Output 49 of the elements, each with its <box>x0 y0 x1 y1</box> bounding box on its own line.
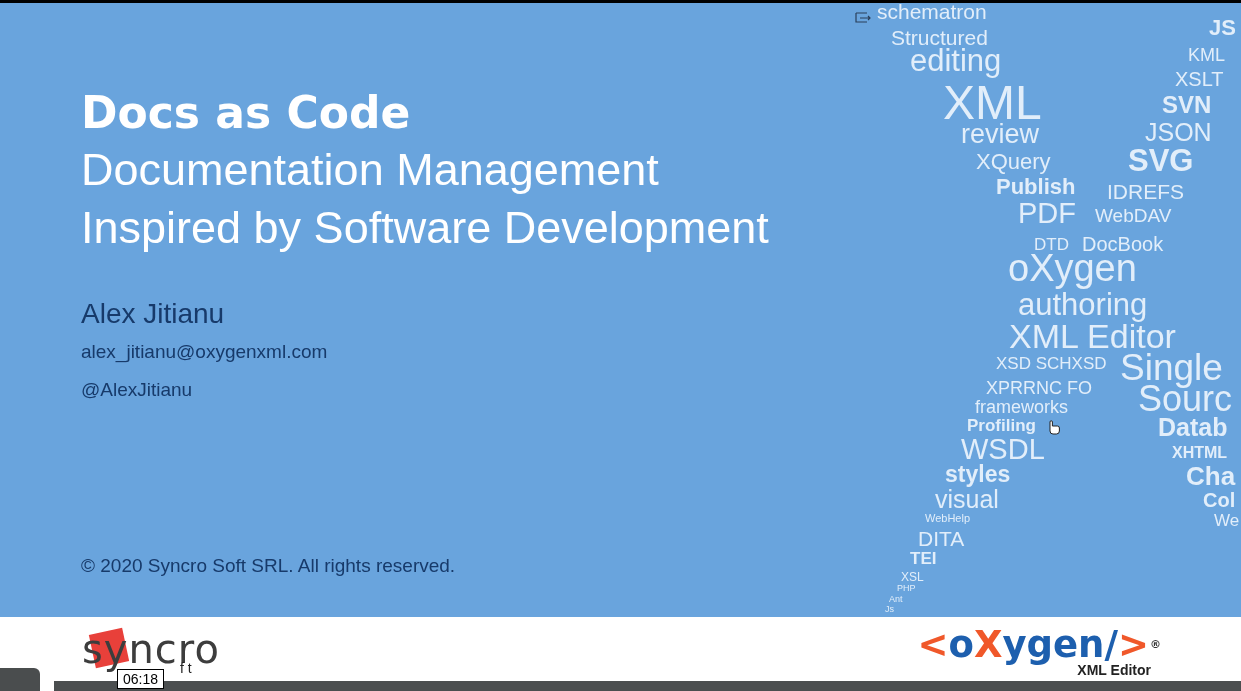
word-cloud-term: XSLT <box>1175 69 1224 89</box>
word-cloud-term: styles <box>945 463 1011 486</box>
word-cloud-term: editing <box>910 45 1002 76</box>
author-handle: @AlexJitianu <box>81 378 193 402</box>
word-cloud-term: SVG <box>1128 145 1194 176</box>
word-cloud-term: WSDL <box>961 435 1045 464</box>
word-cloud-term: Publish <box>996 176 1076 198</box>
word-cloud-term: JS <box>1209 17 1236 39</box>
word-cloud-term: KML <box>1188 46 1225 64</box>
word-cloud-term: Datab <box>1158 415 1228 440</box>
word-cloud-term: XHTML <box>1172 445 1228 461</box>
copyright-text: © 2020 Syncro Soft SRL. All rights reserved. <box>81 554 456 578</box>
word-cloud-term: WebDAV <box>1095 206 1172 225</box>
word-cloud-term: XPRRNC FO <box>986 379 1092 397</box>
word-cloud-term: authoring <box>1018 289 1148 320</box>
word-cloud-term: PDF <box>1018 199 1076 228</box>
word-cloud-term: schematron <box>877 3 987 22</box>
word-cloud-term: Structured <box>891 27 988 48</box>
time-tooltip: 06:18 <box>117 669 165 689</box>
word-cloud-term: XSD SCHXSD <box>996 355 1107 372</box>
word-cloud-term: We <box>1214 512 1240 529</box>
author-name: Alex Jitianu <box>81 297 225 331</box>
word-cloud-term: WebHelp <box>925 513 971 524</box>
word-cloud-term: DocBook <box>1082 234 1164 254</box>
word-cloud-term: SVN <box>1162 93 1212 117</box>
word-cloud-term: Cha <box>1186 463 1236 489</box>
window-icon <box>855 12 871 23</box>
word-cloud-term: Single <box>1120 349 1223 386</box>
word-cloud-term: JSON <box>1145 120 1212 145</box>
word-cloud-term: review <box>961 121 1040 148</box>
word-cloud-term: Ant <box>889 595 903 604</box>
hand-cursor-icon <box>1046 419 1062 435</box>
word-cloud-term: XSL <box>901 571 924 583</box>
word-cloud-term: DITA <box>918 528 965 549</box>
slide-subtitle: Documentation Management <box>81 143 659 197</box>
word-cloud-term: Col <box>1203 490 1236 510</box>
word-cloud-term: XQuery <box>976 151 1051 173</box>
word-cloud-term: TEI <box>910 550 937 567</box>
word-cloud-term: Profiling <box>967 417 1036 434</box>
slide-subtitle: Inspired by Software Development <box>81 201 769 255</box>
word-cloud-term: visual <box>935 487 999 512</box>
word-cloud-term: Js <box>885 605 894 614</box>
slide-title: Docs as Code <box>81 86 411 140</box>
author-email: alex_jitianu@oxygenxml.com <box>81 340 328 365</box>
word-cloud-term: IDREFS <box>1107 181 1184 202</box>
oxygen-logo: <oXygen/>® XML Editor <box>917 625 1161 677</box>
word-cloud-term: frameworks <box>975 398 1068 416</box>
word-cloud-term: DTD <box>1034 236 1069 253</box>
word-cloud-term: PHP <box>897 584 916 593</box>
